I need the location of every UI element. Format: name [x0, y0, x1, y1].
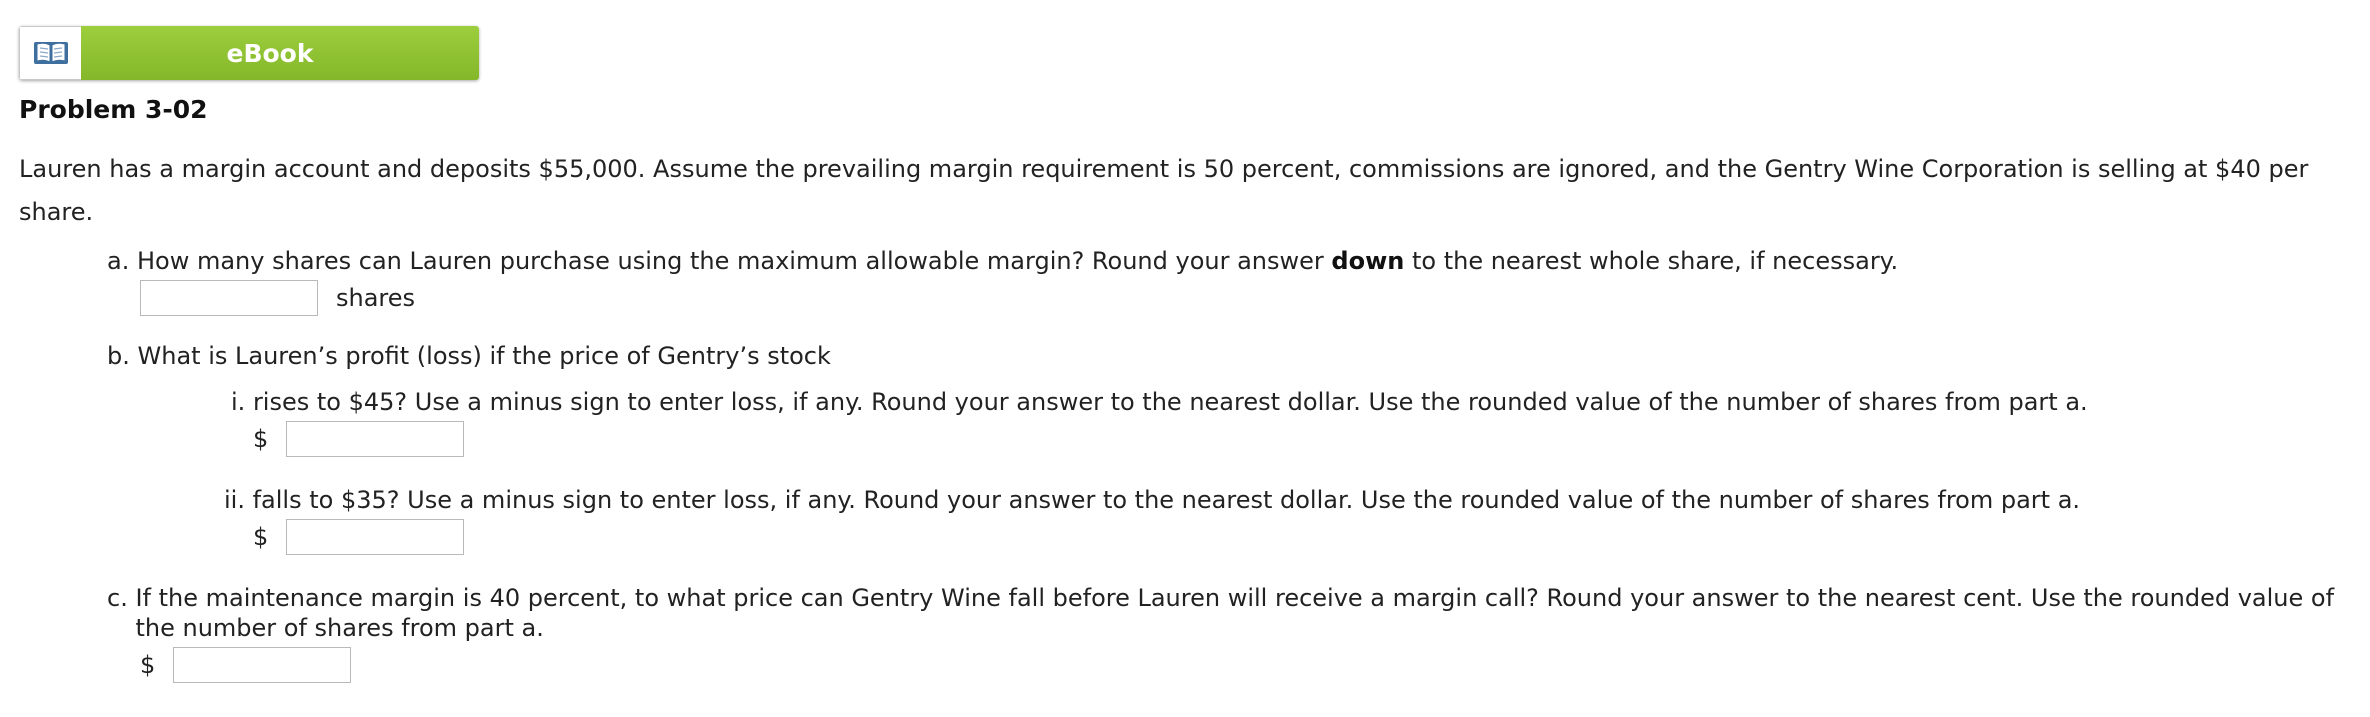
- question-b-i: i. rises to $45? Use a minus sign to ent…: [231, 387, 2349, 459]
- question-b-ii-text: falls to $35? Use a minus sign to enter …: [252, 486, 2081, 514]
- question-b-i-marker: i.: [231, 388, 246, 416]
- open-book-icon: [33, 42, 68, 64]
- question-a-text-before: How many shares can Lauren purchase usin…: [136, 247, 1332, 275]
- question-b-ii: ii. falls to $35? Use a minus sign to en…: [224, 485, 2349, 557]
- dollar-sign: $: [253, 523, 269, 551]
- shares-input[interactable]: [140, 280, 318, 316]
- ebook-label[interactable]: eBook: [81, 26, 479, 80]
- question-b-marker: b.: [107, 342, 130, 370]
- problem-page: eBook Problem 3-02 Lauren has a margin a…: [19, 26, 2349, 685]
- dollar-sign: $: [140, 651, 156, 679]
- margin-call-price-input[interactable]: [173, 647, 352, 683]
- question-c: c. If the maintenance margin is 40 perce…: [107, 583, 2349, 685]
- question-b-ii-marker: ii.: [224, 486, 245, 514]
- ebook-button[interactable]: eBook: [19, 26, 479, 80]
- question-a-text-after: to the nearest whole share, if necessary…: [1404, 247, 1899, 275]
- ebook-icon-box[interactable]: [19, 26, 81, 80]
- question-b-text: What is Lauren’s profit (loss) if the pr…: [137, 342, 831, 370]
- problem-title: Problem 3-02: [19, 95, 208, 124]
- question-a: a. How many shares can Lauren purchase u…: [107, 246, 2349, 318]
- question-b-i-text: rises to $45? Use a minus sign to enter …: [252, 388, 2088, 416]
- question-b: b. What is Lauren’s profit (loss) if the…: [107, 341, 2349, 371]
- profit-fall-input[interactable]: [286, 519, 465, 555]
- problem-intro: Lauren has a margin account and deposits…: [19, 155, 2309, 226]
- profit-rise-input[interactable]: [286, 421, 465, 457]
- question-a-bold-word: down: [1331, 247, 1405, 275]
- question-c-marker: c.: [107, 584, 128, 612]
- question-a-text: How many shares can Lauren purchase usin…: [137, 246, 2349, 276]
- shares-unit-label: shares: [336, 284, 416, 312]
- question-a-marker: a.: [107, 247, 130, 275]
- dollar-sign: $: [253, 425, 269, 453]
- question-c-text: If the maintenance margin is 40 percent,…: [135, 584, 2335, 642]
